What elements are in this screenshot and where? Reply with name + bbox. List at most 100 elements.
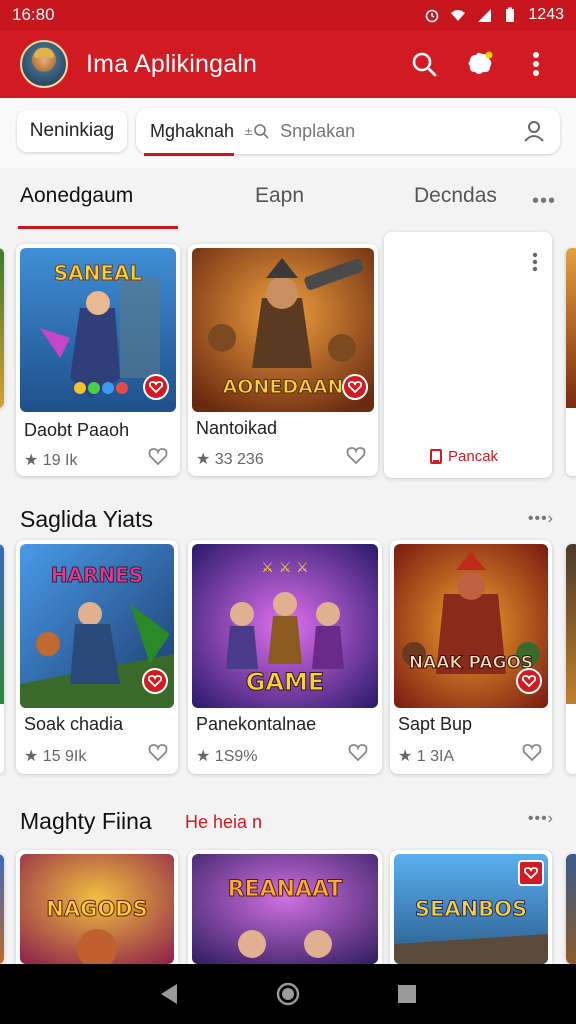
- search-underline: [144, 153, 234, 156]
- heart-icon[interactable]: [346, 445, 366, 465]
- card-more-icon[interactable]: [532, 252, 538, 272]
- svg-text:NAGODS: NAGODS: [46, 897, 147, 921]
- search-icon: [412, 52, 437, 77]
- status-right-text: 1243: [528, 6, 564, 23]
- game-card[interactable]: NAGODS: [16, 850, 178, 964]
- game-card[interactable]: HARNES Soak chadia ★ 15 9Ik: [16, 540, 178, 774]
- heart-badge-icon: [524, 867, 538, 879]
- heart-badge-icon: [149, 381, 163, 393]
- heart-icon[interactable]: [148, 742, 168, 762]
- game-title: Daobt Paaoh: [24, 420, 130, 440]
- game-rating: ★ 1 3IA: [398, 748, 455, 765]
- avatar[interactable]: [20, 40, 68, 88]
- section-title: Maghty Fiina: [20, 808, 152, 834]
- game-title: Sapt Bup: [398, 714, 473, 734]
- game-art: NAGODS: [20, 854, 174, 964]
- app-title: Ima Aplikingaln: [86, 49, 258, 78]
- alarm-icon: [426, 9, 439, 23]
- favorite-badge[interactable]: [143, 374, 169, 400]
- home-icon[interactable]: [276, 982, 300, 1006]
- game-rating: ★ 15 9Ik: [24, 748, 87, 765]
- battery-icon: [506, 7, 515, 22]
- notification-button[interactable]: [458, 42, 502, 86]
- heart-icon[interactable]: [348, 742, 368, 762]
- search-row: Neninkiag Mghaknah ± Snplakan: [0, 98, 576, 168]
- status-time: 16:80: [12, 5, 55, 24]
- filter-chip[interactable]: Neninkiag: [17, 110, 127, 152]
- favorite-badge[interactable]: [142, 668, 168, 694]
- tab-games[interactable]: Eapn: [255, 184, 304, 208]
- game-thumbnail: NAGODS: [20, 854, 174, 964]
- partial-card-left[interactable]: [0, 544, 4, 774]
- bookmark-icon: [430, 448, 442, 464]
- svg-text:SANEAL: SANEAL: [54, 261, 143, 285]
- svg-text:GAME: GAME: [246, 668, 325, 696]
- section-title: Saglida Yiats: [20, 506, 153, 532]
- svg-text:NAAK PAGOS: NAAK PAGOS: [409, 653, 533, 673]
- svg-text:±: ±: [244, 125, 253, 138]
- section-subtitle[interactable]: He heia n: [185, 812, 262, 833]
- game-thumbnail: REANAAT: [192, 854, 378, 964]
- svg-text:REANAAT: REANAAT: [228, 877, 343, 902]
- favorite-badge[interactable]: [342, 374, 368, 400]
- signal-icon: [478, 9, 492, 22]
- menu-card-label: Pancak: [448, 448, 499, 465]
- game-title: Soak chadia: [24, 714, 124, 734]
- more-vert-icon: [533, 52, 539, 76]
- search-button[interactable]: [402, 42, 446, 86]
- game-title: Nantoikad: [196, 418, 278, 438]
- tab-featured[interactable]: Aonedgaum: [20, 184, 133, 208]
- svg-text:HARNES: HARNES: [51, 563, 143, 587]
- search-placeholder: Snplakan: [280, 120, 356, 141]
- game-title: Panekontalnae: [196, 714, 317, 734]
- favorite-badge[interactable]: [516, 668, 542, 694]
- more-options-button[interactable]: [514, 42, 558, 86]
- heart-badge-icon: [348, 381, 362, 393]
- heart-icon[interactable]: [522, 742, 542, 762]
- game-card[interactable]: REANAAT: [188, 850, 382, 964]
- game-card[interactable]: AONEDAAN Nantoikad ★ 33 236: [188, 244, 378, 476]
- game-art: ⚔ ⚔ ⚔ GAME: [192, 544, 378, 708]
- game-rating: ★ 19 Ik: [24, 452, 78, 469]
- wifi-icon: [451, 10, 466, 21]
- user-icon[interactable]: [522, 119, 546, 143]
- partial-card-left[interactable]: [0, 248, 4, 408]
- search-input[interactable]: Mghaknah ± Snplakan: [136, 108, 560, 156]
- heart-icon[interactable]: [148, 446, 168, 466]
- game-card[interactable]: SEANBOS: [390, 850, 552, 964]
- tab-trending[interactable]: Decndas: [414, 184, 497, 208]
- heart-badge-icon: [148, 675, 162, 687]
- game-card[interactable]: SANEAL Daobt Paaoh ★ 19 Ik: [16, 244, 180, 476]
- game-card[interactable]: NAAK PAGOS Sapt Bup ★ 1 3IA: [390, 540, 552, 774]
- partial-card-right[interactable]: [566, 854, 576, 964]
- section-more-button[interactable]: •••›: [528, 810, 554, 828]
- heart-badge-icon: [522, 675, 536, 687]
- recents-icon[interactable]: [397, 984, 417, 1004]
- game-art: REANAAT: [192, 854, 378, 964]
- tab-indicator: [18, 226, 178, 229]
- game-rating: ★ 1S9%: [196, 748, 258, 765]
- category-tabs: Aonedgaum Eapn Decndas •••: [0, 168, 576, 230]
- svg-text:⚔ ⚔ ⚔: ⚔ ⚔ ⚔: [261, 560, 308, 576]
- partial-card-left[interactable]: [0, 854, 4, 964]
- tabs-more-button[interactable]: •••: [532, 190, 556, 213]
- favorite-badge[interactable]: [518, 860, 544, 886]
- menu-card-action[interactable]: Pancak: [430, 448, 498, 465]
- search-small-icon: ±: [244, 124, 269, 139]
- menu-card[interactable]: Pancak: [384, 232, 552, 478]
- search-value: Mghaknah: [150, 120, 235, 141]
- partial-card-right[interactable]: [566, 248, 576, 476]
- game-card[interactable]: ⚔ ⚔ ⚔ GAME Panekontalnae ★ 1S9%: [188, 540, 382, 774]
- partial-card-right[interactable]: [566, 544, 576, 774]
- notification-icon: [468, 51, 493, 74]
- status-bar: 16:80 1243: [0, 0, 576, 30]
- svg-text:AONEDAAN: AONEDAAN: [223, 376, 344, 398]
- game-rating: ★ 33 236: [196, 451, 264, 468]
- svg-text:SEANBOS: SEANBOS: [415, 897, 527, 921]
- app-bar: Ima Aplikingaln: [0, 30, 576, 98]
- back-icon[interactable]: [159, 983, 179, 1005]
- system-nav-bar: [0, 964, 576, 1024]
- status-icons: 1243: [424, 6, 564, 24]
- section-more-button[interactable]: •••›: [528, 510, 554, 528]
- game-thumbnail: ⚔ ⚔ ⚔ GAME: [192, 544, 378, 708]
